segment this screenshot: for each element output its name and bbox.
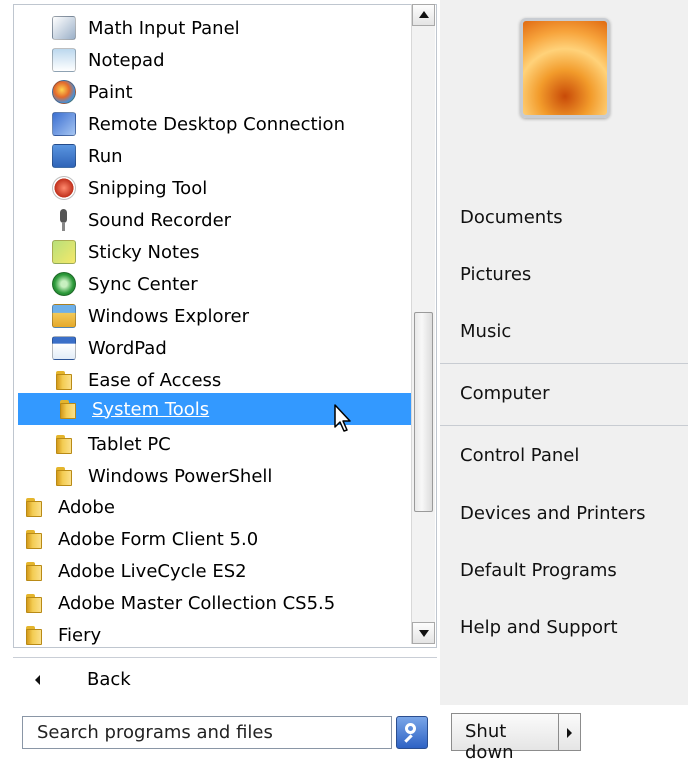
- scroll-up-arrow-icon[interactable]: [412, 4, 435, 26]
- program-label: Sticky Notes: [88, 241, 200, 263]
- right-pane: Documents Pictures Music Computer Contro…: [440, 0, 688, 705]
- back-arrow-icon: [35, 675, 40, 685]
- program-list: Math Input Panel Notepad Paint Remote De…: [13, 4, 437, 648]
- folder-item-adobe-livecycle[interactable]: Adobe LiveCycle ES2: [14, 556, 412, 586]
- search-input[interactable]: Search programs and files: [22, 716, 392, 749]
- program-label: Snipping Tool: [88, 177, 208, 199]
- program-label: Notepad: [88, 49, 165, 71]
- paint-palette-icon: [52, 80, 76, 104]
- folder-icon: [22, 495, 46, 519]
- folder-label: Windows PowerShell: [88, 465, 273, 487]
- pen-icon: [52, 16, 76, 40]
- scroll-down-arrow-icon[interactable]: [412, 622, 435, 644]
- wordpad-icon: [52, 336, 76, 360]
- program-item-sound-recorder[interactable]: Sound Recorder: [14, 205, 412, 235]
- program-label: Paint: [88, 81, 133, 103]
- back-button[interactable]: Back: [13, 657, 437, 703]
- folder-item-fiery[interactable]: Fiery: [14, 620, 412, 650]
- link-help-support[interactable]: Help and Support: [460, 617, 618, 638]
- folder-label: Adobe Master Collection CS5.5: [58, 592, 336, 614]
- program-item-run[interactable]: Run: [14, 141, 412, 171]
- program-item-windows-explorer[interactable]: Windows Explorer: [14, 301, 412, 331]
- sync-icon: [52, 272, 76, 296]
- folder-icon: [56, 397, 80, 421]
- folder-label: Tablet PC: [88, 433, 171, 455]
- search-icon[interactable]: [396, 716, 428, 749]
- folder-item-adobe-form-client[interactable]: Adobe Form Client 5.0: [14, 524, 412, 554]
- folder-icon: [22, 527, 46, 551]
- explorer-folder-icon: [52, 304, 76, 328]
- program-label: Math Input Panel: [88, 17, 240, 39]
- chevron-right-icon[interactable]: [559, 713, 581, 751]
- program-label: Windows Explorer: [88, 305, 250, 327]
- folder-icon: [22, 591, 46, 615]
- back-label: Back: [87, 669, 131, 690]
- scroll-thumb[interactable]: [414, 312, 433, 512]
- folder-label: Fiery: [58, 624, 102, 646]
- program-item-paint[interactable]: Paint: [14, 77, 412, 107]
- link-documents[interactable]: Documents: [460, 207, 563, 228]
- mouse-cursor-icon: [334, 404, 351, 432]
- program-item-sticky-notes[interactable]: Sticky Notes: [14, 237, 412, 267]
- sticky-notes-icon: [52, 240, 76, 264]
- program-item-notepad[interactable]: Notepad: [14, 45, 412, 75]
- folder-label: Ease of Access: [88, 369, 222, 391]
- folder-icon: [52, 464, 76, 488]
- program-item-snipping-tool[interactable]: Snipping Tool: [14, 173, 412, 203]
- program-label: Remote Desktop Connection: [88, 113, 345, 135]
- program-label: Run: [88, 145, 123, 167]
- link-pictures[interactable]: Pictures: [460, 264, 531, 285]
- notepad-icon: [52, 48, 76, 72]
- shutdown-button[interactable]: Shut down: [451, 713, 559, 763]
- program-item-math-input-panel[interactable]: Math Input Panel: [14, 13, 412, 43]
- remote-desktop-icon: [52, 112, 76, 136]
- program-item-sync-center[interactable]: Sync Center: [14, 269, 412, 299]
- folder-item-windows-powershell[interactable]: Windows PowerShell: [14, 461, 412, 491]
- folder-icon: [52, 432, 76, 456]
- microphone-icon: [52, 208, 76, 232]
- scissors-icon: [52, 176, 76, 200]
- folder-label: Adobe LiveCycle ES2: [58, 560, 247, 582]
- folder-icon: [22, 559, 46, 583]
- link-devices-printers[interactable]: Devices and Printers: [460, 503, 646, 524]
- program-list-scrollbar[interactable]: [411, 4, 435, 644]
- folder-item-adobe-master-collection[interactable]: Adobe Master Collection CS5.5: [14, 588, 412, 618]
- program-label: Sound Recorder: [88, 209, 232, 231]
- link-control-panel[interactable]: Control Panel: [460, 445, 579, 466]
- folder-label: Adobe: [58, 496, 115, 518]
- program-item-wordpad[interactable]: WordPad: [14, 333, 412, 363]
- folder-icon: [22, 623, 46, 647]
- program-item-remote-desktop[interactable]: Remote Desktop Connection: [14, 109, 412, 139]
- folder-item-ease-of-access[interactable]: Ease of Access: [14, 365, 412, 395]
- folder-item-system-tools[interactable]: System Tools: [18, 393, 419, 425]
- link-computer[interactable]: Computer: [460, 383, 549, 404]
- folder-item-adobe[interactable]: Adobe: [14, 492, 412, 522]
- user-picture[interactable]: [520, 18, 610, 118]
- run-icon: [52, 144, 76, 168]
- folder-label: Adobe Form Client 5.0: [58, 528, 259, 550]
- folder-icon: [52, 368, 76, 392]
- separator: [440, 425, 688, 426]
- separator: [440, 363, 688, 364]
- start-menu: Math Input Panel Notepad Paint Remote De…: [0, 0, 698, 765]
- link-music[interactable]: Music: [460, 321, 511, 342]
- folder-label: System Tools: [92, 398, 210, 420]
- link-default-programs[interactable]: Default Programs: [460, 560, 617, 581]
- program-label: Sync Center: [88, 273, 198, 295]
- program-label: WordPad: [88, 337, 167, 359]
